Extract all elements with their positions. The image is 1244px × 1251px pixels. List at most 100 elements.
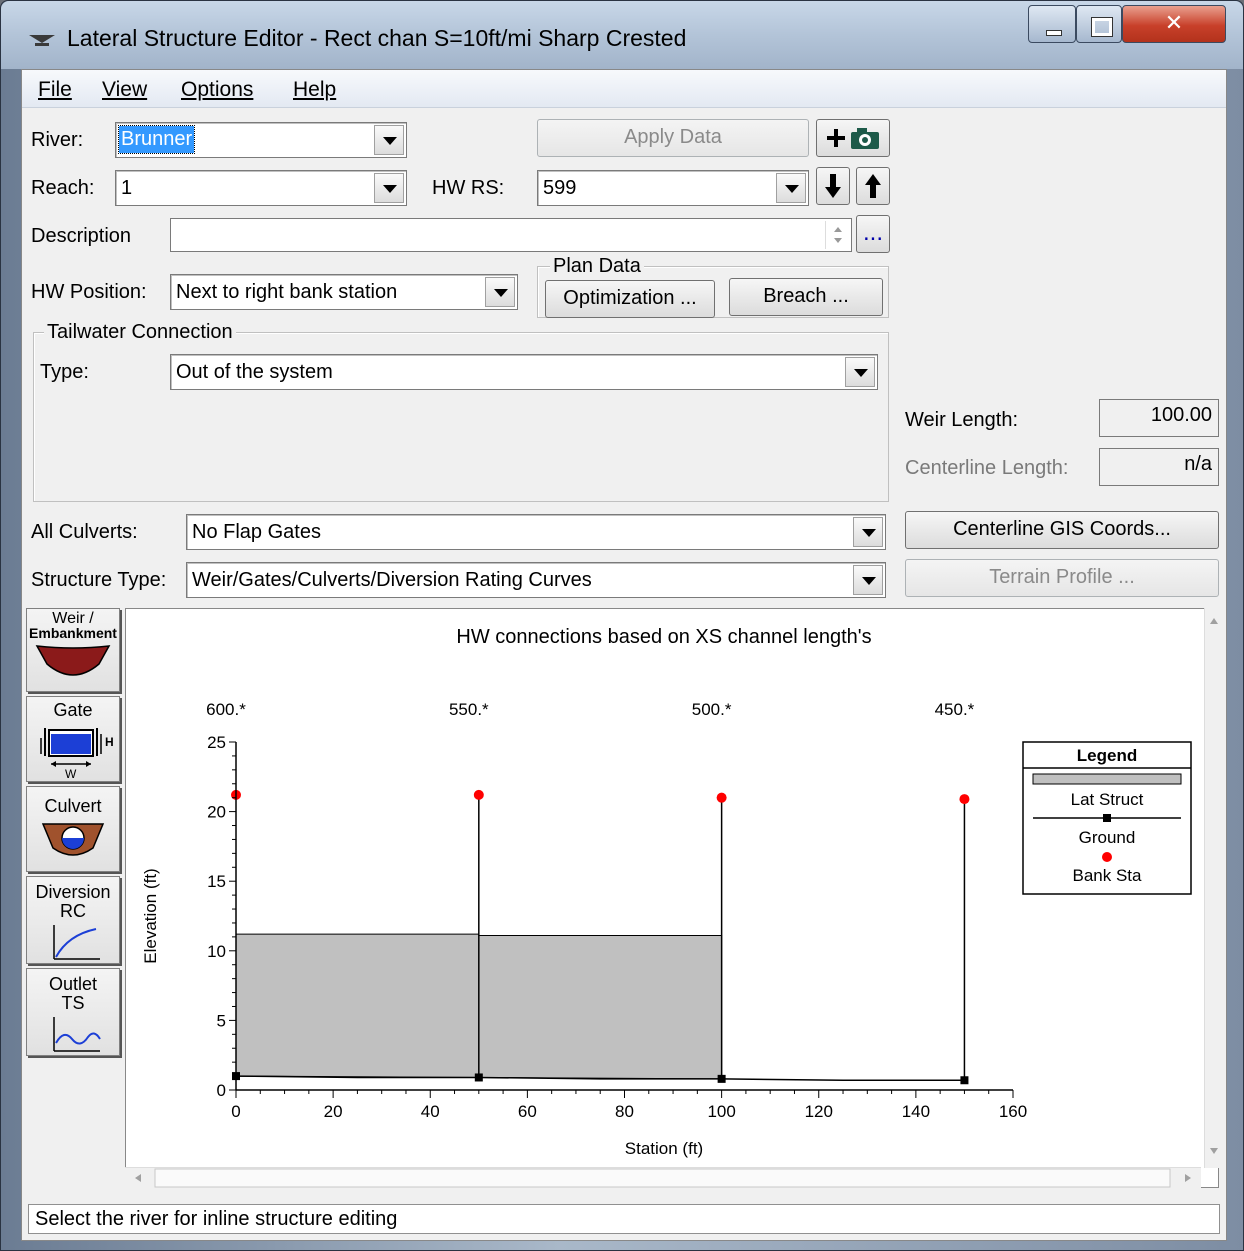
x-tick-label: 100 — [707, 1102, 735, 1121]
hw-position-label: HW Position: — [31, 281, 147, 303]
description-spin[interactable] — [825, 221, 849, 249]
y-axis-label: Elevation (ft) — [141, 868, 160, 963]
gate-label: Gate — [53, 700, 93, 720]
tailwater-type-select[interactable]: Out of the system — [170, 354, 878, 390]
x-axis-label: Station (ft) — [625, 1139, 703, 1158]
weir-label-line2: Embankment — [29, 625, 117, 641]
outlet-label-line2: TS — [61, 993, 85, 1013]
culvert-button[interactable]: Culvert — [26, 786, 120, 872]
menu-help[interactable]: Help — [293, 78, 336, 102]
description-label: Description — [31, 225, 132, 247]
menu-view[interactable]: View — [102, 78, 147, 102]
all-culverts-value: No Flap Gates — [192, 521, 321, 543]
profile-chart: HW connections based on XS channel lengt… — [141, 626, 1192, 1158]
xs-label: 450.* — [935, 700, 975, 719]
rating-curve-icon — [53, 925, 100, 960]
description-input[interactable] — [170, 218, 852, 252]
plan-data-title: Plan Data — [550, 255, 644, 278]
weir-length-field: 100.00 — [1099, 399, 1219, 437]
plot-horizontal-scrollbar[interactable] — [125, 1167, 1201, 1188]
type-label: Type: — [40, 361, 89, 383]
status-bar: Select the river for inline structure ed… — [28, 1204, 1220, 1234]
time-series-icon — [53, 1017, 101, 1052]
close-button[interactable]: ✕ — [1122, 5, 1226, 43]
centerline-length-field: n/a — [1099, 448, 1219, 486]
x-tick-label: 20 — [324, 1102, 343, 1121]
culvert-label: Culvert — [44, 796, 102, 816]
x-tick-label: 140 — [902, 1102, 930, 1121]
apply-data-button[interactable]: Apply Data — [537, 119, 809, 157]
culvert-icon — [41, 823, 105, 856]
x-tick-label: 60 — [518, 1102, 537, 1121]
arrow-down-icon — [825, 174, 841, 198]
minimize-button[interactable] — [1028, 5, 1076, 43]
legend-item-bank-sta: Bank Sta — [1073, 866, 1143, 885]
chevron-down-icon[interactable] — [485, 277, 515, 307]
profile-plot-panel[interactable]: HW connections based on XS channel lengt… — [125, 608, 1219, 1188]
ground-marker — [960, 1076, 969, 1085]
centerline-gis-button[interactable]: Centerline GIS Coords... — [905, 511, 1219, 549]
chevron-down-icon[interactable] — [845, 357, 875, 387]
plot-vertical-scrollbar[interactable] — [1204, 608, 1222, 1168]
menu-file[interactable]: File — [38, 78, 72, 102]
y-tick-label: 25 — [207, 733, 226, 752]
x-tick-label: 160 — [999, 1102, 1027, 1121]
ground-marker — [474, 1073, 483, 1082]
app-window: Lateral Structure Editor - Rect chan S=1… — [0, 0, 1244, 1251]
reach-select[interactable]: 1 — [115, 170, 407, 206]
next-rs-button[interactable] — [856, 167, 890, 205]
reach-value: 1 — [121, 177, 133, 199]
legend-item-ground: Ground — [1079, 828, 1136, 847]
scroll-arrows-icon — [1210, 618, 1218, 1154]
outlet-label-line1: Outlet — [48, 974, 98, 994]
app-icon — [29, 35, 55, 46]
chevron-down-icon[interactable] — [776, 173, 806, 203]
legend-swatch-bank-sta — [1102, 852, 1112, 862]
maximize-button[interactable] — [1076, 5, 1122, 43]
close-icon: ✕ — [1164, 10, 1184, 35]
river-select[interactable]: Brunner — [115, 122, 407, 158]
outlet-ts-button[interactable]: Outlet TS — [26, 968, 120, 1056]
hw-position-select[interactable]: Next to right bank station — [170, 274, 518, 310]
weir-length-value: 100.00 — [1150, 404, 1212, 426]
bank-sta-marker — [473, 789, 484, 800]
menu-options[interactable]: Options — [181, 78, 253, 102]
river-label: River: — [31, 129, 84, 151]
gate-button[interactable]: Gate H W — [26, 696, 120, 782]
chevron-down-icon[interactable] — [374, 125, 404, 155]
title-bar[interactable]: Lateral Structure Editor - Rect chan S=1… — [1, 1, 1243, 69]
chevron-down-icon[interactable] — [853, 565, 883, 595]
bank-sta-marker — [959, 794, 970, 805]
breach-button[interactable]: Breach ... — [729, 278, 883, 316]
y-tick-label: 10 — [207, 942, 226, 961]
structure-type-label: Structure Type: — [31, 569, 167, 591]
diversion-label-line2: RC — [60, 901, 86, 921]
all-culverts-select[interactable]: No Flap Gates — [186, 514, 886, 550]
legend-swatch-ground-marker — [1103, 814, 1111, 822]
centerline-length-value: n/a — [1184, 453, 1212, 475]
weir-length-label: Weir Length: — [905, 409, 1019, 431]
terrain-profile-button[interactable]: Terrain Profile ... — [905, 559, 1219, 597]
x-tick-label: 80 — [615, 1102, 634, 1121]
weir-embankment-button[interactable]: Weir / Embankment — [26, 608, 120, 692]
menu-file-label: File — [38, 78, 72, 101]
hwrs-select[interactable]: 599 — [537, 170, 809, 206]
add-plot-button[interactable] — [816, 119, 890, 157]
xs-label: 600.* — [206, 700, 246, 719]
reach-label: Reach: — [31, 177, 95, 199]
river-value: Brunner — [117, 125, 196, 154]
optimization-button[interactable]: Optimization ... — [545, 280, 715, 318]
chevron-down-icon[interactable] — [853, 517, 883, 547]
description-more-button[interactable]: ... — [856, 215, 890, 253]
diversion-rc-button[interactable]: Diversion RC — [26, 876, 120, 964]
ground-marker — [717, 1074, 726, 1083]
diversion-label-line1: Diversion — [35, 882, 111, 902]
structure-type-value: Weir/Gates/Culverts/Diversion Rating Cur… — [192, 569, 592, 591]
hw-position-value: Next to right bank station — [176, 281, 398, 303]
x-tick-label: 120 — [805, 1102, 833, 1121]
structure-type-select[interactable]: Weir/Gates/Culverts/Diversion Rating Cur… — [186, 562, 886, 598]
previous-rs-button[interactable] — [816, 167, 850, 205]
legend-swatch-lat-struct — [1032, 773, 1182, 785]
chevron-down-icon[interactable] — [374, 173, 404, 203]
gate-icon: H W — [40, 728, 114, 781]
